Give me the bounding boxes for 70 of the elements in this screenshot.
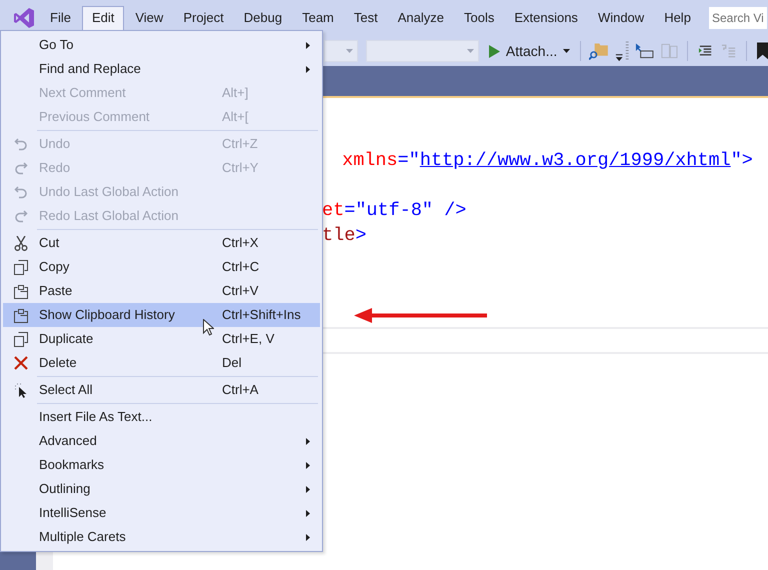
menu-item[interactable]: Tools — [454, 7, 504, 29]
menu-item[interactable]: Copy Ctrl+C — [3, 255, 320, 279]
scissors-icon — [14, 236, 28, 250]
code-link[interactable]: http://www.w3.org/1999/xhtml — [420, 150, 731, 171]
code-token: tle — [322, 225, 356, 246]
bookmark-icon[interactable] — [756, 42, 768, 60]
menu-item[interactable]: Outlining — [3, 477, 320, 501]
shortcut-label: Del — [222, 354, 243, 372]
indent-icon[interactable] — [698, 44, 713, 58]
menu-item[interactable]: Multiple Carets — [3, 525, 320, 549]
select-cursor-icon — [14, 382, 28, 398]
cursor-window-icon[interactable] — [634, 42, 654, 60]
menu-item[interactable]: Find and Replace — [3, 57, 320, 81]
menu-item[interactable]: Go To — [3, 33, 320, 57]
menu-item[interactable]: Advanced — [3, 429, 320, 453]
shortcut-label: Ctrl+C — [222, 258, 260, 276]
menu-item[interactable]: Edit — [82, 6, 124, 30]
undo-icon — [14, 137, 28, 151]
code-token: ="utf-8" /> — [344, 200, 466, 221]
menu-item[interactable]: File — [40, 7, 81, 29]
folder-search-icon[interactable] — [589, 42, 610, 60]
shortcut-label: Ctrl+Y — [222, 159, 260, 178]
shortcut-label: Ctrl+A — [222, 381, 260, 400]
menu-item[interactable]: Select All Ctrl+A — [3, 378, 320, 402]
clipboard-icon — [14, 284, 28, 298]
menu-item[interactable]: Debug — [234, 7, 292, 29]
clipboard-icon — [14, 308, 28, 322]
caret-icon — [466, 49, 474, 53]
caret-icon — [346, 49, 354, 53]
shortcut-label: Alt+] — [222, 84, 250, 102]
menu-item[interactable]: Help — [654, 7, 701, 29]
menu-item[interactable]: IntelliSense — [3, 501, 320, 525]
shortcut-label: Ctrl+V — [222, 282, 260, 300]
shortcut-label: Alt+[ — [222, 108, 250, 126]
play-icon — [488, 44, 500, 58]
menu-item[interactable]: Bookmarks — [3, 453, 320, 477]
logo-icon — [12, 6, 36, 30]
menu-item[interactable]: Analyze — [388, 7, 454, 29]
code-token: =" — [398, 150, 420, 171]
menu-item[interactable]: Extensions — [504, 7, 588, 29]
menu-item[interactable]: Project — [173, 7, 234, 29]
mouse-pointer-icon — [203, 319, 214, 336]
redo-icon — [14, 209, 28, 223]
attach-button[interactable]: Attach... — [486, 40, 572, 62]
shortcut-label: Ctrl+Shift+Ins — [222, 306, 302, 324]
menu-item[interactable]: Show Clipboard History Ctrl+Shift+Ins — [3, 303, 320, 327]
overflow-icon[interactable] — [614, 39, 631, 63]
menu-item[interactable]: Cut Ctrl+X — [3, 231, 320, 255]
code-token: xmlns — [341, 150, 398, 171]
menu-item[interactable]: Window — [588, 7, 654, 29]
menu-item[interactable]: Delete Del — [3, 351, 320, 375]
menu-item[interactable]: Team — [292, 7, 344, 29]
copy-icon — [14, 260, 28, 274]
copy-icon — [14, 332, 28, 346]
menu-item[interactable]: Paste Ctrl+V — [3, 279, 320, 303]
shortcut-label: Ctrl+X — [222, 234, 260, 252]
redo-icon — [14, 161, 28, 175]
menu-item[interactable]: Insert File As Text... — [3, 405, 320, 429]
undo-icon — [14, 185, 28, 199]
code-token: "> — [730, 150, 753, 171]
menu-item[interactable]: View — [125, 7, 174, 29]
menu-item[interactable]: Test — [344, 7, 388, 29]
shortcut-label: Ctrl+E, V — [222, 330, 276, 348]
menu-item[interactable]: Duplicate Ctrl+E, V — [3, 327, 320, 351]
shortcut-label: Ctrl+Z — [222, 135, 259, 154]
code-token: et — [322, 200, 344, 221]
delete-icon — [14, 356, 28, 370]
code-token: > — [355, 225, 366, 246]
search-field[interactable]: Search Vi — [708, 6, 768, 30]
caret-icon — [563, 49, 570, 53]
